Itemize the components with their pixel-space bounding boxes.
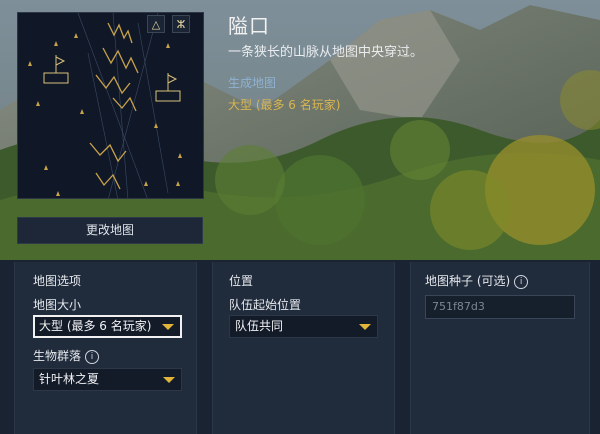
change-map-button[interactable]: 更改地图 — [17, 217, 203, 244]
map-title: 隘口 — [228, 14, 270, 38]
map-description: 一条狭长的山脉从地图中央穿过。 — [228, 45, 424, 60]
team-start-label: 队伍起始位置 — [229, 298, 302, 312]
resource-toggle-icon[interactable]: ⵣ — [172, 15, 190, 33]
biome-label: 生物群落 — [33, 349, 82, 363]
biome-label-row: 生物群落 i — [33, 347, 100, 364]
generate-map-link[interactable]: 生成地图 — [228, 74, 276, 91]
biome-select[interactable]: 针叶林之夏 — [33, 368, 182, 391]
chevron-down-icon — [162, 323, 174, 330]
map-size-text: 大型 (最多 6 名玩家) — [228, 98, 341, 112]
seed-input[interactable]: 751f87d3 — [425, 295, 575, 319]
seed-label-row: 地图种子 (可选) i — [425, 272, 529, 289]
map-size-label: 地图大小 — [33, 298, 82, 312]
map-preview[interactable]: △ ⵣ — [17, 12, 204, 199]
position-heading: 位置 — [229, 274, 254, 288]
seed-label: 地图种子 (可选) — [425, 274, 511, 288]
map-options-heading: 地图选项 — [33, 274, 82, 288]
terrain-toggle-icon[interactable]: △ — [147, 15, 165, 33]
map-size-select[interactable]: 大型 (最多 6 名玩家) — [33, 315, 182, 338]
chevron-down-icon — [163, 376, 175, 383]
map-size-value: 大型 (最多 6 名玩家) — [39, 319, 152, 333]
info-icon[interactable]: i — [85, 350, 100, 364]
map-terrain-graphic — [28, 13, 182, 198]
chevron-down-icon — [359, 323, 371, 330]
team-start-value: 队伍共同 — [235, 319, 284, 333]
info-icon[interactable]: i — [514, 275, 529, 289]
biome-value: 针叶林之夏 — [39, 372, 100, 386]
team-start-select[interactable]: 队伍共同 — [229, 315, 378, 338]
